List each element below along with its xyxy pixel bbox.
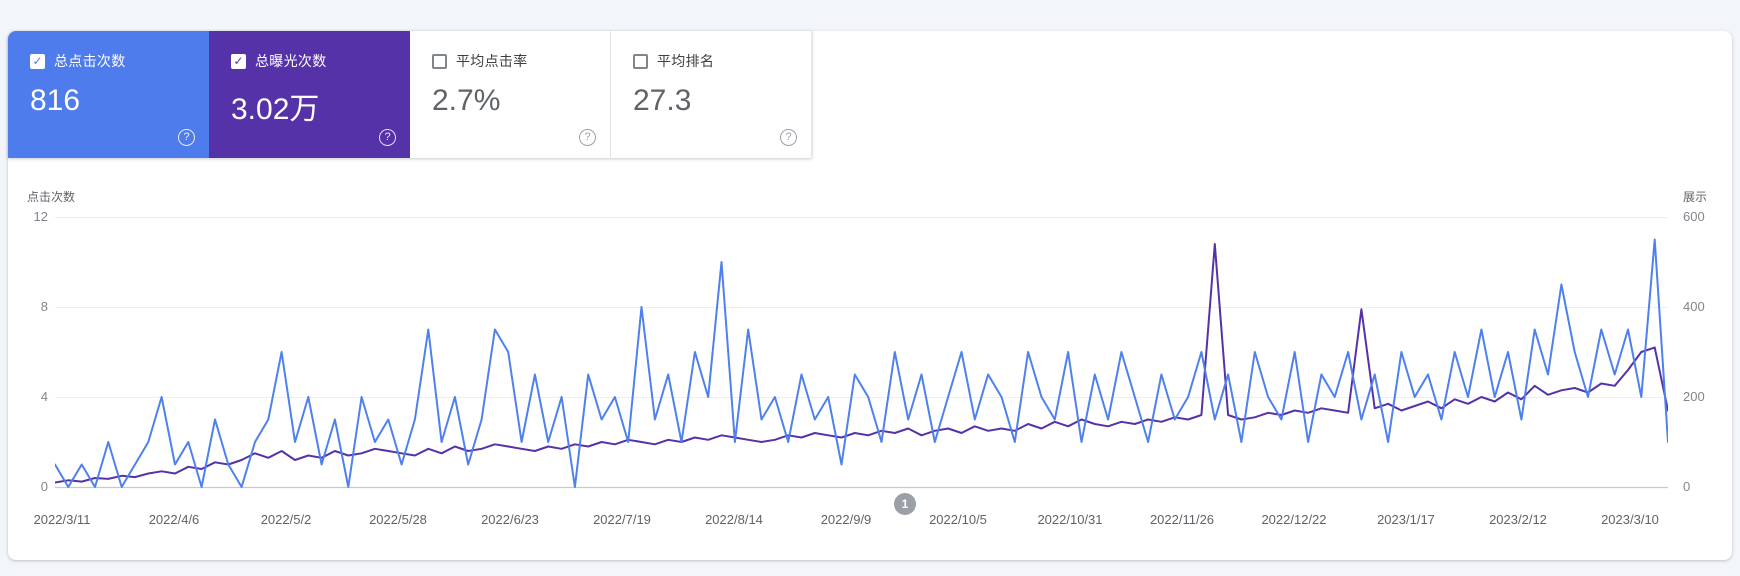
plot-area[interactable] — [55, 217, 1668, 489]
left-tick-label: 0 — [40, 479, 48, 494]
x-axis-date-label: 2022/10/5 — [929, 512, 987, 527]
help-icon[interactable]: ? — [178, 129, 195, 146]
tile-label: 平均点击率 — [456, 53, 528, 69]
right-tick-label: 400 — [1683, 299, 1705, 314]
tile-average-ctr[interactable]: 平均点击率 2.7% ? — [410, 31, 611, 158]
x-axis-date-label: 2022/12/22 — [1261, 512, 1327, 527]
tile-total-impressions[interactable]: ✓ 总曝光次数 3.02万 ? — [209, 31, 410, 158]
left-tick-label: 8 — [40, 299, 48, 314]
tile-head: 平均排名 — [633, 51, 811, 71]
x-axis-date-label: 2022/5/2 — [260, 512, 312, 527]
metric-tiles-row: ✓ 总点击次数 816 ? ✓ 总曝光次数 3.02万 ? 平均点击率 2.7%… — [8, 31, 812, 158]
tile-total-clicks[interactable]: ✓ 总点击次数 816 ? — [8, 31, 209, 158]
left-tick-label: 4 — [40, 389, 48, 404]
right-axis-title: 展示 — [1683, 190, 1708, 204]
x-axis-date-label: 2022/5/28 — [369, 512, 427, 527]
x-axis-date-label: 2022/11/26 — [1149, 512, 1215, 527]
right-tick-label: 600 — [1683, 209, 1705, 224]
x-axis-date-label: 2022/4/6 — [148, 512, 200, 527]
tile-label: 总点击次数 — [54, 53, 126, 69]
help-icon[interactable]: ? — [579, 129, 596, 146]
tile-head: ✓ 总曝光次数 — [231, 51, 410, 71]
performance-panel: ✓ 总点击次数 816 ? ✓ 总曝光次数 3.02万 ? 平均点击率 2.7%… — [8, 31, 1732, 560]
x-axis-date-label: 2023/1/17 — [1377, 512, 1435, 527]
tile-head: ✓ 总点击次数 — [30, 51, 209, 71]
x-axis-date-label: 2023/3/10 — [1601, 512, 1659, 527]
tile-average-position[interactable]: 平均排名 27.3 ? — [611, 31, 812, 158]
x-axis-date-label: 2022/3/11 — [33, 512, 91, 527]
tile-label: 总曝光次数 — [255, 53, 327, 69]
annotation-badge[interactable]: 1 — [894, 493, 916, 515]
tile-value: 816 — [30, 84, 81, 117]
search-console-performance-page: { "colors": { "clicks_accent": "#4e7cec"… — [0, 0, 1740, 576]
x-axis-date-label: 2022/6/23 — [481, 512, 539, 527]
left-axis-title: 点击次数 — [27, 190, 76, 204]
checkbox-checked-icon[interactable]: ✓ — [30, 53, 45, 69]
x-axis-date-label: 2022/8/14 — [705, 512, 763, 527]
tile-head: 平均点击率 — [432, 51, 610, 71]
checkbox-checked-icon[interactable]: ✓ — [231, 53, 246, 69]
checkbox-unchecked-icon[interactable] — [633, 53, 648, 69]
help-icon[interactable]: ? — [379, 129, 396, 146]
tile-value: 27.3 — [633, 84, 692, 117]
right-tick-label: 200 — [1683, 389, 1705, 404]
left-tick-label: 12 — [33, 209, 48, 224]
check-mark-icon: ✓ — [32, 54, 43, 68]
checkbox-unchecked-icon[interactable] — [432, 53, 447, 69]
tile-value: 3.02万 — [231, 93, 320, 126]
x-axis-date-label: 2023/2/12 — [1489, 512, 1547, 527]
x-axis-date-label: 2022/7/19 — [593, 512, 651, 527]
tile-value: 2.7% — [432, 84, 501, 117]
tile-label: 平均排名 — [657, 53, 715, 69]
help-icon[interactable]: ? — [780, 129, 797, 146]
right-tick-label: 0 — [1683, 479, 1691, 494]
check-mark-icon: ✓ — [233, 54, 244, 68]
x-axis-date-label: 2022/10/31 — [1037, 512, 1103, 527]
x-axis-date-label: 2022/9/9 — [820, 512, 872, 527]
